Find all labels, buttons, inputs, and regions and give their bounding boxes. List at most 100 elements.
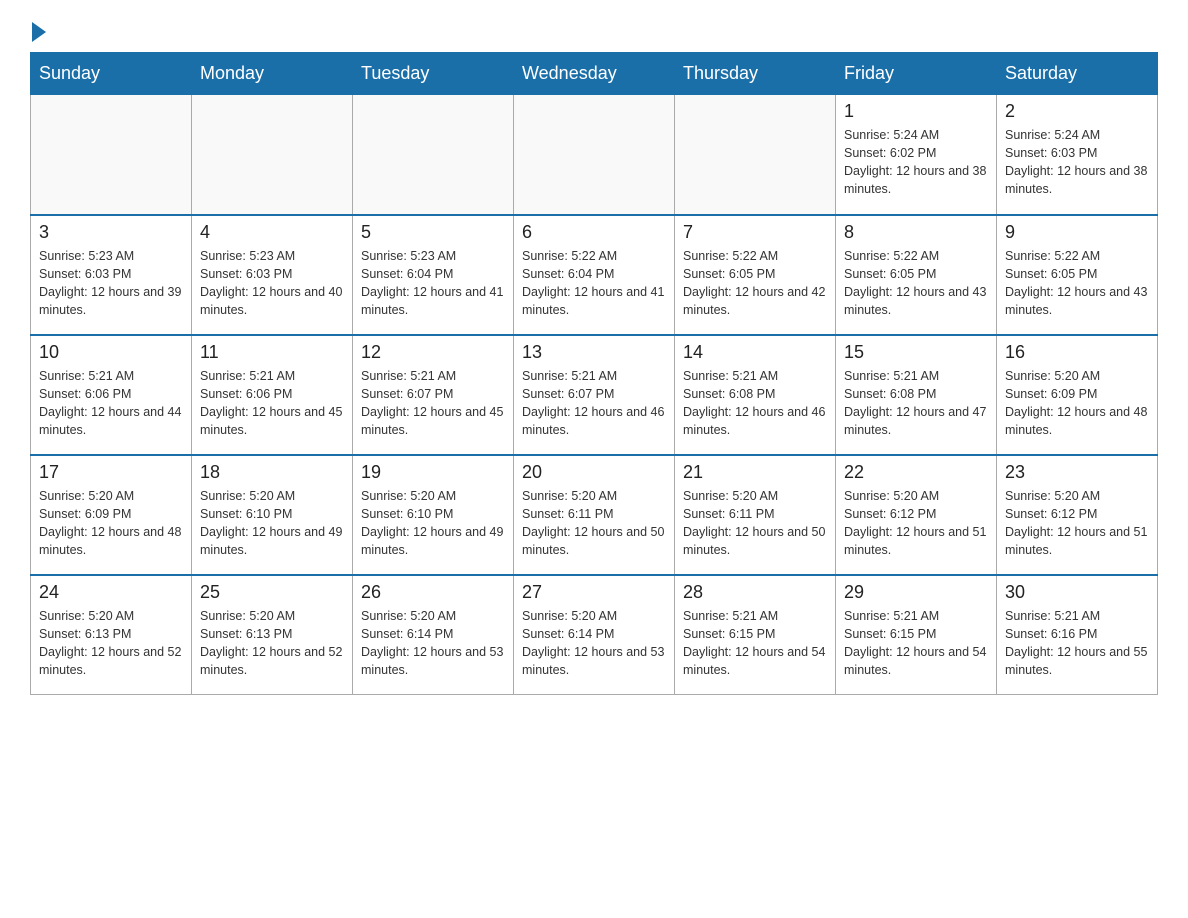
day-info: Sunrise: 5:23 AMSunset: 6:03 PMDaylight:…: [39, 247, 183, 320]
day-info: Sunrise: 5:20 AMSunset: 6:11 PMDaylight:…: [683, 487, 827, 560]
day-number: 6: [522, 222, 666, 243]
day-number: 10: [39, 342, 183, 363]
calendar-week-row: 1 Sunrise: 5:24 AMSunset: 6:02 PMDaylight…: [31, 95, 1158, 215]
calendar-cell: 19 Sunrise: 5:20 AMSunset: 6:10 PMDayligh…: [353, 455, 514, 575]
day-info: Sunrise: 5:20 AMSunset: 6:12 PMDaylight:…: [844, 487, 988, 560]
day-info: Sunrise: 5:22 AMSunset: 6:05 PMDaylight:…: [683, 247, 827, 320]
day-number: 3: [39, 222, 183, 243]
day-info: Sunrise: 5:23 AMSunset: 6:03 PMDaylight:…: [200, 247, 344, 320]
calendar-cell: 23 Sunrise: 5:20 AMSunset: 6:12 PMDayligh…: [997, 455, 1158, 575]
day-number: 15: [844, 342, 988, 363]
day-of-week-header: Monday: [192, 53, 353, 95]
calendar-week-row: 24 Sunrise: 5:20 AMSunset: 6:13 PMDayligh…: [31, 575, 1158, 695]
calendar-cell: 26 Sunrise: 5:20 AMSunset: 6:14 PMDayligh…: [353, 575, 514, 695]
calendar-cell: 5 Sunrise: 5:23 AMSunset: 6:04 PMDaylight…: [353, 215, 514, 335]
calendar-cell: 17Sunrise: 5:20 AMSunset: 6:09 PMDayligh…: [31, 455, 192, 575]
day-number: 26: [361, 582, 505, 603]
day-number: 19: [361, 462, 505, 483]
day-number: 20: [522, 462, 666, 483]
day-info: Sunrise: 5:20 AMSunset: 6:09 PMDaylight:…: [39, 487, 183, 560]
day-number: 13: [522, 342, 666, 363]
day-number: 16: [1005, 342, 1149, 363]
day-number: 29: [844, 582, 988, 603]
calendar-cell: 28 Sunrise: 5:21 AMSunset: 6:15 PMDayligh…: [675, 575, 836, 695]
day-of-week-header: Wednesday: [514, 53, 675, 95]
calendar-cell: 20 Sunrise: 5:20 AMSunset: 6:11 PMDayligh…: [514, 455, 675, 575]
day-of-week-header: Saturday: [997, 53, 1158, 95]
day-info: Sunrise: 5:20 AMSunset: 6:11 PMDaylight:…: [522, 487, 666, 560]
day-of-week-header: Thursday: [675, 53, 836, 95]
day-info: Sunrise: 5:24 AMSunset: 6:02 PMDaylight:…: [844, 126, 988, 199]
day-number: 1: [844, 101, 988, 122]
calendar-cell: 2 Sunrise: 5:24 AMSunset: 6:03 PMDaylight…: [997, 95, 1158, 215]
day-info: Sunrise: 5:21 AMSunset: 6:06 PMDaylight:…: [200, 367, 344, 440]
day-number: 8: [844, 222, 988, 243]
calendar-cell: 24 Sunrise: 5:20 AMSunset: 6:13 PMDayligh…: [31, 575, 192, 695]
day-info: Sunrise: 5:20 AMSunset: 6:14 PMDaylight:…: [361, 607, 505, 680]
calendar-cell: 25 Sunrise: 5:20 AMSunset: 6:13 PMDayligh…: [192, 575, 353, 695]
calendar-cell: 18 Sunrise: 5:20 AMSunset: 6:10 PMDayligh…: [192, 455, 353, 575]
day-info: Sunrise: 5:20 AMSunset: 6:13 PMDaylight:…: [39, 607, 183, 680]
calendar-cell: [353, 95, 514, 215]
calendar-week-row: 3 Sunrise: 5:23 AMSunset: 6:03 PMDaylight…: [31, 215, 1158, 335]
calendar-cell: 21 Sunrise: 5:20 AMSunset: 6:11 PMDayligh…: [675, 455, 836, 575]
day-number: 28: [683, 582, 827, 603]
day-number: 7: [683, 222, 827, 243]
day-info: Sunrise: 5:21 AMSunset: 6:06 PMDaylight:…: [39, 367, 183, 440]
day-number: 5: [361, 222, 505, 243]
calendar-cell: 14 Sunrise: 5:21 AMSunset: 6:08 PMDayligh…: [675, 335, 836, 455]
calendar-cell: 15 Sunrise: 5:21 AMSunset: 6:08 PMDayligh…: [836, 335, 997, 455]
day-info: Sunrise: 5:20 AMSunset: 6:09 PMDaylight:…: [1005, 367, 1149, 440]
calendar-cell: 16 Sunrise: 5:20 AMSunset: 6:09 PMDayligh…: [997, 335, 1158, 455]
day-number: 24: [39, 582, 183, 603]
day-info: Sunrise: 5:20 AMSunset: 6:10 PMDaylight:…: [361, 487, 505, 560]
calendar-cell: 30Sunrise: 5:21 AMSunset: 6:16 PMDayligh…: [997, 575, 1158, 695]
day-info: Sunrise: 5:22 AMSunset: 6:05 PMDaylight:…: [844, 247, 988, 320]
day-number: 12: [361, 342, 505, 363]
day-info: Sunrise: 5:21 AMSunset: 6:08 PMDaylight:…: [844, 367, 988, 440]
logo: [30, 20, 46, 42]
day-number: 23: [1005, 462, 1149, 483]
day-number: 9: [1005, 222, 1149, 243]
calendar-cell: 29 Sunrise: 5:21 AMSunset: 6:15 PMDayligh…: [836, 575, 997, 695]
calendar-cell: [31, 95, 192, 215]
day-info: Sunrise: 5:20 AMSunset: 6:13 PMDaylight:…: [200, 607, 344, 680]
day-info: Sunrise: 5:24 AMSunset: 6:03 PMDaylight:…: [1005, 126, 1149, 199]
calendar-cell: 9 Sunrise: 5:22 AMSunset: 6:05 PMDaylight…: [997, 215, 1158, 335]
calendar-cell: 7 Sunrise: 5:22 AMSunset: 6:05 PMDaylight…: [675, 215, 836, 335]
calendar-cell: [675, 95, 836, 215]
day-info: Sunrise: 5:22 AMSunset: 6:05 PMDaylight:…: [1005, 247, 1149, 320]
day-info: Sunrise: 5:21 AMSunset: 6:16 PMDaylight:…: [1005, 607, 1149, 680]
day-info: Sunrise: 5:20 AMSunset: 6:12 PMDaylight:…: [1005, 487, 1149, 560]
day-number: 27: [522, 582, 666, 603]
day-number: 14: [683, 342, 827, 363]
calendar-cell: 27Sunrise: 5:20 AMSunset: 6:14 PMDayligh…: [514, 575, 675, 695]
calendar-week-row: 17Sunrise: 5:20 AMSunset: 6:09 PMDayligh…: [31, 455, 1158, 575]
calendar-cell: [514, 95, 675, 215]
day-number: 18: [200, 462, 344, 483]
calendar-table: SundayMondayTuesdayWednesdayThursdayFrid…: [30, 52, 1158, 695]
day-info: Sunrise: 5:21 AMSunset: 6:08 PMDaylight:…: [683, 367, 827, 440]
day-of-week-header: Friday: [836, 53, 997, 95]
day-info: Sunrise: 5:21 AMSunset: 6:07 PMDaylight:…: [522, 367, 666, 440]
calendar-cell: 11Sunrise: 5:21 AMSunset: 6:06 PMDayligh…: [192, 335, 353, 455]
day-info: Sunrise: 5:20 AMSunset: 6:10 PMDaylight:…: [200, 487, 344, 560]
calendar-cell: 1 Sunrise: 5:24 AMSunset: 6:02 PMDaylight…: [836, 95, 997, 215]
calendar-cell: 10 Sunrise: 5:21 AMSunset: 6:06 PMDayligh…: [31, 335, 192, 455]
calendar-cell: 4Sunrise: 5:23 AMSunset: 6:03 PMDaylight…: [192, 215, 353, 335]
day-info: Sunrise: 5:21 AMSunset: 6:15 PMDaylight:…: [683, 607, 827, 680]
calendar-cell: 13 Sunrise: 5:21 AMSunset: 6:07 PMDayligh…: [514, 335, 675, 455]
day-of-week-header: Tuesday: [353, 53, 514, 95]
calendar-cell: 12 Sunrise: 5:21 AMSunset: 6:07 PMDayligh…: [353, 335, 514, 455]
day-info: Sunrise: 5:22 AMSunset: 6:04 PMDaylight:…: [522, 247, 666, 320]
calendar-cell: [192, 95, 353, 215]
day-info: Sunrise: 5:23 AMSunset: 6:04 PMDaylight:…: [361, 247, 505, 320]
page-header: [30, 20, 1158, 42]
day-number: 25: [200, 582, 344, 603]
day-info: Sunrise: 5:21 AMSunset: 6:15 PMDaylight:…: [844, 607, 988, 680]
calendar-cell: 3 Sunrise: 5:23 AMSunset: 6:03 PMDaylight…: [31, 215, 192, 335]
day-info: Sunrise: 5:21 AMSunset: 6:07 PMDaylight:…: [361, 367, 505, 440]
day-number: 21: [683, 462, 827, 483]
day-number: 2: [1005, 101, 1149, 122]
calendar-cell: 8 Sunrise: 5:22 AMSunset: 6:05 PMDaylight…: [836, 215, 997, 335]
